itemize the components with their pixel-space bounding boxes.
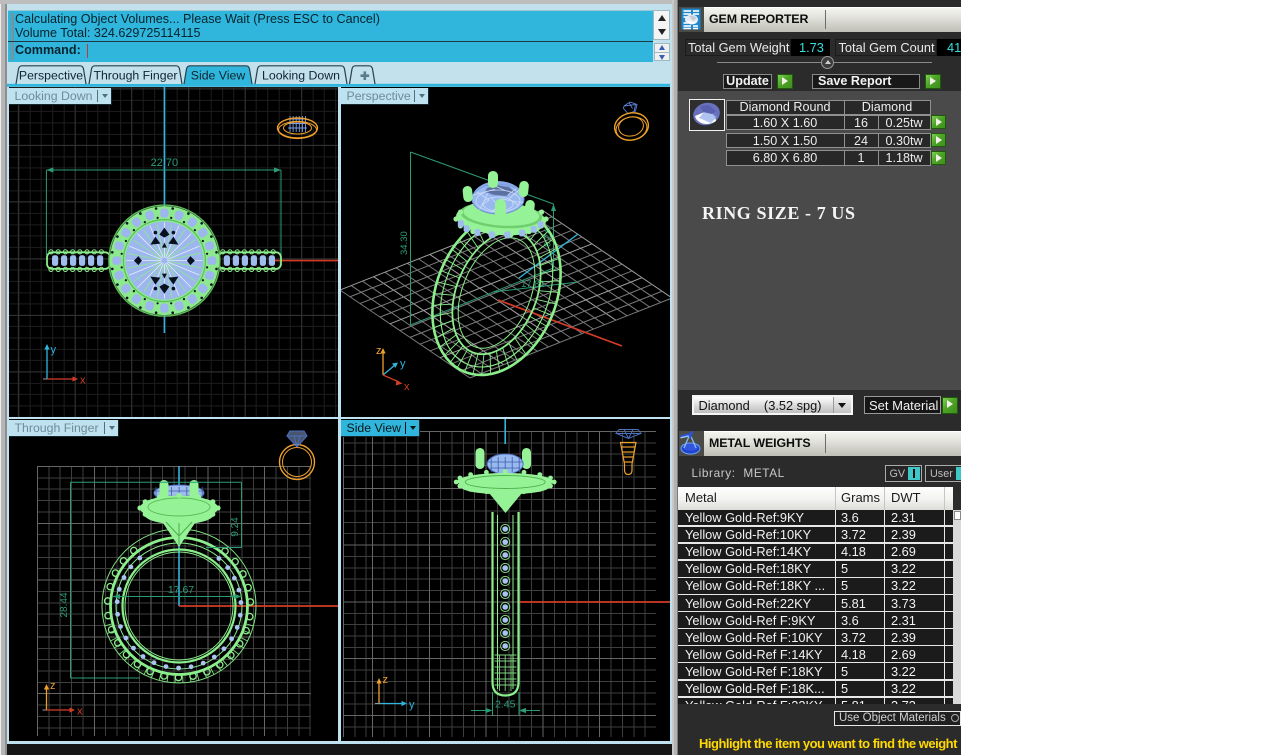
- svg-text:z: z: [50, 680, 56, 692]
- svg-text:y: y: [50, 344, 56, 356]
- svg-text:Side View: Side View: [191, 69, 246, 83]
- svg-text:Perspective: Perspective: [19, 69, 83, 83]
- svg-text:x: x: [404, 381, 410, 393]
- svg-text:z: z: [376, 345, 382, 357]
- svg-text:34.30: 34.30: [399, 231, 410, 255]
- svg-text:9.24: 9.24: [230, 517, 241, 537]
- svg-text:28.44: 28.44: [59, 592, 70, 617]
- svg-text:x: x: [77, 706, 83, 718]
- svg-text:y: y: [409, 699, 415, 711]
- svg-text:22.70: 22.70: [150, 157, 178, 169]
- svg-text:Looking Down: Looking Down: [262, 69, 340, 83]
- svg-text:x: x: [80, 375, 86, 387]
- svg-text:2.45: 2.45: [494, 699, 515, 711]
- svg-text:z: z: [382, 674, 388, 686]
- svg-text:17.67: 17.67: [167, 584, 193, 596]
- svg-text:y: y: [400, 358, 406, 370]
- svg-text:Through Finger: Through Finger: [93, 69, 177, 83]
